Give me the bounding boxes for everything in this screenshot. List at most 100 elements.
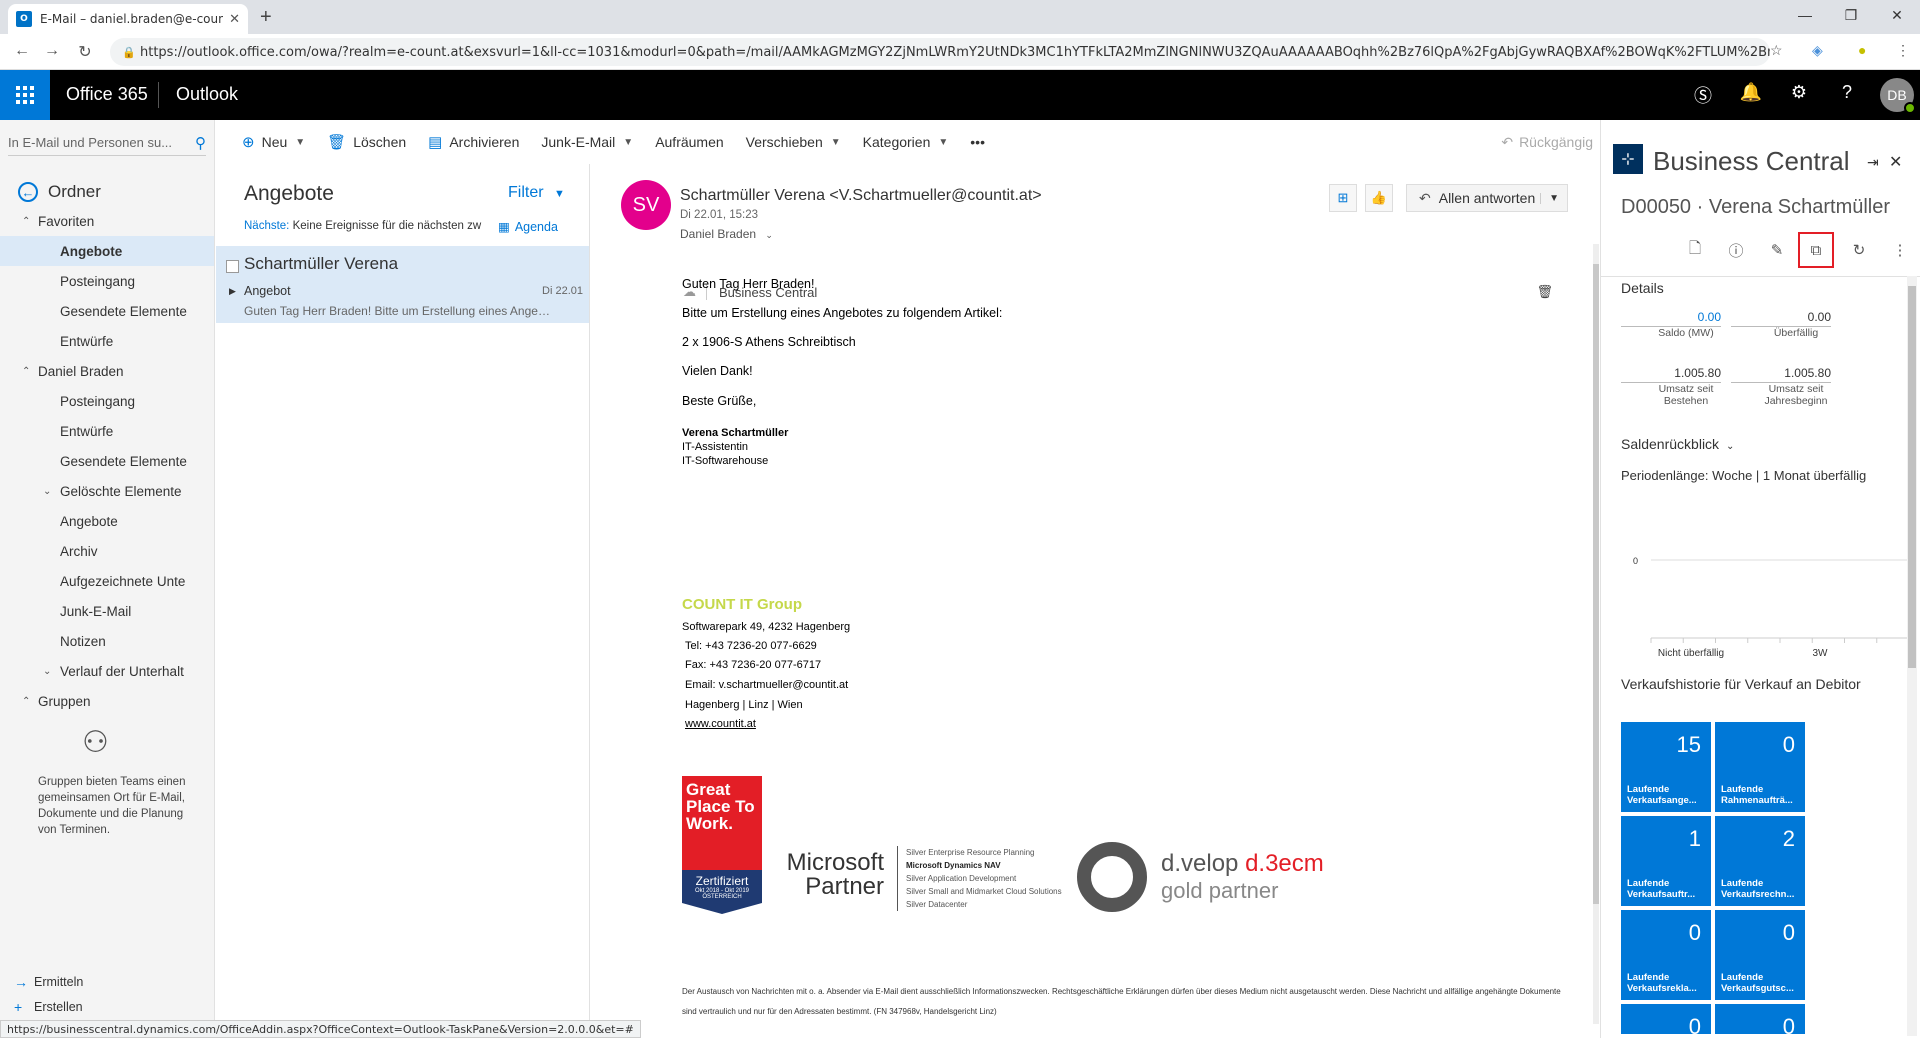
message-item[interactable]: Schartmüller Verena ▶ Angebot Di 22.01 G… [216, 246, 589, 323]
collapse-chevron-icon[interactable]: ⌃ [22, 696, 30, 707]
search-input[interactable]: In E-Mail und Personen su... ⚲ [8, 130, 206, 156]
recipient[interactable]: Daniel Braden ⌄ [680, 227, 773, 241]
close-tab-icon[interactable]: ✕ [229, 12, 240, 27]
folders-header[interactable]: ← Ordner [18, 182, 101, 202]
folder-item[interactable]: Junk-E-Mail [0, 596, 214, 626]
folder-item[interactable]: Gesendete Elemente [0, 446, 214, 476]
restore-icon[interactable]: ❐ [1828, 0, 1874, 30]
archive-button[interactable]: ▤ Archivieren [428, 133, 519, 151]
folder-item[interactable]: Entwürfe [0, 416, 214, 446]
junk-button[interactable]: Junk-E-Mail ▼ [541, 134, 633, 150]
chevron-down-icon[interactable]: ▼ [831, 137, 841, 148]
chevron-down-icon[interactable]: ▼ [938, 137, 948, 148]
categories-button[interactable]: Kategorien ▼ [863, 134, 949, 150]
brand-label[interactable]: Office 365 [66, 84, 148, 105]
collapse-chevron-icon[interactable]: ⌃ [22, 366, 30, 377]
help-icon[interactable]: ? [1834, 82, 1860, 103]
avatar[interactable]: DB [1880, 78, 1916, 114]
folder-item[interactable]: Angebote [0, 236, 214, 266]
bookmark-star-icon[interactable]: ☆ [1770, 42, 1783, 59]
folder-item[interactable]: Entwürfe [0, 326, 214, 356]
filter-button[interactable]: Filter ▼ [508, 184, 565, 202]
edit-icon[interactable]: ✎ [1759, 232, 1795, 268]
new-tab-icon[interactable]: + [260, 6, 272, 29]
folder-item[interactable]: Posteingang [0, 266, 214, 296]
scrollbar-thumb[interactable] [1908, 286, 1916, 668]
close-window-icon[interactable]: ✕ [1874, 0, 1920, 30]
reply-all-button[interactable]: ↶ Allen antworten ▼ [1406, 184, 1568, 212]
more-options-icon[interactable]: ⋮ [1882, 232, 1918, 268]
sales-tile[interactable]: 0 Laufende Rahmenaufträ... [1715, 722, 1805, 812]
new-document-icon[interactable]: 🗋 [1677, 232, 1713, 268]
aging-heading[interactable]: Saldenrückblick ⌄ [1621, 436, 1734, 452]
sales-tile[interactable]: 2 Laufende Verkaufsrechn... [1715, 816, 1805, 906]
like-icon[interactable]: 👍 [1365, 184, 1393, 212]
expand-recipients-icon[interactable]: ⌄ [765, 230, 773, 240]
app-name[interactable]: Outlook [176, 84, 238, 105]
agenda-link[interactable]: ▦ Agenda [498, 219, 558, 235]
expand-chevron-icon[interactable]: ⌄ [43, 666, 51, 677]
info-icon[interactable]: ⓘ [1718, 232, 1754, 268]
chevron-down-icon[interactable]: ▼ [1540, 192, 1567, 204]
signature-website-link[interactable]: www.countit.at [685, 718, 756, 730]
delete-button[interactable]: 🗑 Löschen [327, 133, 406, 151]
folder-item[interactable]: Posteingang [0, 386, 214, 416]
expand-chevron-icon[interactable]: ⌄ [43, 486, 51, 497]
more-actions-button[interactable]: ••• [970, 134, 985, 150]
reload-icon[interactable]: ↻ [75, 42, 95, 62]
sales-tile[interactable]: 0 Laufende Verkaufsrekla... [1621, 910, 1711, 1000]
expand-caret-icon[interactable]: ▶ [229, 286, 236, 297]
folder-item[interactable]: ⌃ Daniel Braden [0, 356, 214, 386]
kpi-balance[interactable]: 0.00 Saldo (MW) [1621, 310, 1721, 339]
address-bar[interactable]: 🔒 https://outlook.office.com/owa/?realm=… [110, 38, 1770, 66]
pane-scrollbar[interactable] [1907, 276, 1917, 1036]
folder-item[interactable]: ⌄ Verlauf der Unterhalt [0, 656, 214, 686]
kpi-value[interactable]: 0.00 [1621, 310, 1721, 327]
folder-item[interactable]: Aufgezeichnete Unte [0, 566, 214, 596]
sales-tile[interactable]: 15 Laufende Verkaufsange... [1621, 722, 1711, 812]
scrollbar-thumb[interactable] [1593, 264, 1599, 904]
discover-link[interactable]: → Ermitteln [14, 974, 83, 990]
search-icon[interactable]: ⚲ [195, 134, 206, 152]
browser-menu-icon[interactable]: ⋮ [1896, 42, 1910, 59]
pin-icon[interactable]: ⇥ [1867, 154, 1879, 171]
folder-item[interactable]: ⌄ Gelöschte Elemente [0, 476, 214, 506]
browser-tab[interactable]: O E-Mail – daniel.braden@e-count... ✕ [8, 4, 248, 34]
select-checkbox[interactable] [226, 260, 239, 273]
app-launcher-icon[interactable] [0, 70, 50, 120]
folder-item[interactable]: Angebote [0, 506, 214, 536]
reading-pane-scrollbar[interactable] [1593, 244, 1599, 1024]
signature-email[interactable]: Email: v.schartmueller@countit.at [685, 679, 848, 691]
sales-tile[interactable]: 0 [1621, 1004, 1711, 1038]
new-button[interactable]: ⊕ Neu ▼ [242, 133, 305, 151]
sweep-button[interactable]: Aufräumen [655, 134, 723, 150]
delete-addin-icon[interactable]: 🗑 [1536, 284, 1553, 300]
undo-button[interactable]: ↶ Rückgängig [1501, 134, 1593, 151]
folder-item[interactable]: Archiv [0, 536, 214, 566]
chevron-down-icon[interactable]: ⌄ [1726, 441, 1734, 452]
sender-address[interactable]: Schartmüller Verena <V.Schartmueller@cou… [680, 187, 1042, 205]
move-button[interactable]: Verschieben ▼ [746, 134, 841, 150]
folder-item[interactable]: Notizen [0, 626, 214, 656]
folder-item[interactable]: ⌃ Gruppen [0, 686, 214, 716]
create-link[interactable]: + Erstellen [14, 999, 83, 1015]
sales-tile[interactable]: 0 [1715, 1004, 1805, 1038]
collapse-chevron-icon[interactable]: ⌃ [22, 216, 30, 227]
folder-item[interactable]: ⌃ Favoriten [0, 206, 214, 236]
back-arrow-icon[interactable]: ← [18, 182, 38, 202]
back-icon[interactable]: ← [12, 42, 32, 60]
settings-gear-icon[interactable]: ⚙ [1786, 82, 1812, 103]
skype-icon[interactable]: Ⓢ [1690, 82, 1716, 108]
refresh-icon[interactable]: ↻ [1841, 232, 1877, 268]
profile-icon[interactable]: ● [1858, 42, 1866, 58]
sales-tile[interactable]: 0 Laufende Verkaufsgutsc... [1715, 910, 1805, 1000]
minimize-icon[interactable]: — [1782, 0, 1828, 30]
open-in-new-window-icon[interactable]: ⧉ [1798, 232, 1834, 268]
close-pane-icon[interactable]: ✕ [1889, 152, 1902, 172]
chevron-down-icon[interactable]: ▼ [295, 137, 305, 148]
extension-icon[interactable]: ◈ [1812, 42, 1823, 59]
notifications-icon[interactable]: 🔔 [1738, 82, 1764, 103]
folder-item[interactable]: Gesendete Elemente [0, 296, 214, 326]
chevron-down-icon[interactable]: ▼ [623, 137, 633, 148]
forward-icon[interactable]: → [42, 42, 62, 60]
